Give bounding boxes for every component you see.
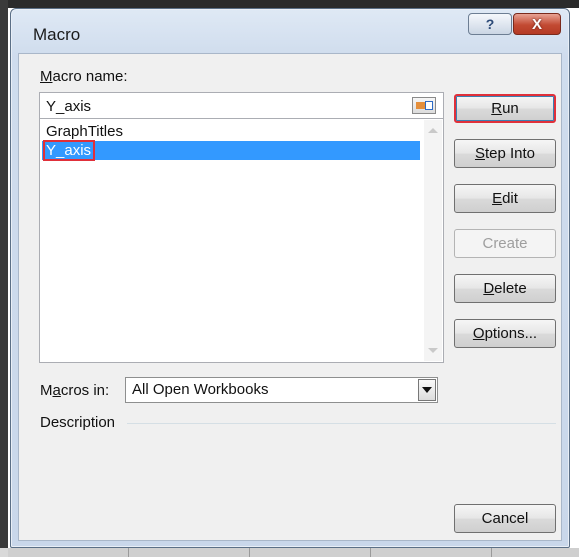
macro-name-input[interactable] (39, 92, 444, 119)
step-into-button[interactable]: Step Into (454, 139, 556, 168)
create-button: Create (454, 229, 556, 258)
close-button[interactable]: X (513, 13, 561, 35)
list-item-y-axis[interactable]: Y_axis (42, 141, 420, 160)
dialog-title: Macro (33, 25, 81, 44)
selection-highlight-box (43, 140, 95, 161)
description-label: Description (40, 414, 116, 431)
scroll-up-icon[interactable] (428, 128, 438, 133)
delete-button[interactable]: Delete (454, 274, 556, 303)
macros-in-dropdown[interactable]: All Open Workbooks (125, 377, 438, 403)
macro-list[interactable]: GraphTitles Y_axis (39, 118, 444, 363)
collapse-dialog-icon (412, 97, 436, 114)
background-sheet-edge (0, 0, 8, 557)
macros-in-label: Macros in: (40, 382, 110, 399)
cancel-button[interactable]: Cancel (454, 504, 556, 533)
collapse-dialog-button[interactable] (409, 95, 439, 116)
close-icon: X (531, 15, 542, 33)
background-cells (8, 548, 579, 557)
background-window-edge (0, 0, 579, 8)
options-button[interactable]: Options... (454, 319, 556, 348)
dropdown-arrow-button[interactable] (418, 379, 436, 401)
scroll-down-icon[interactable] (428, 348, 438, 353)
list-item-graphtitles[interactable]: GraphTitles (42, 122, 420, 141)
run-button[interactable]: Run (454, 94, 556, 123)
help-button[interactable]: ? (468, 13, 512, 35)
edit-button[interactable]: Edit (454, 184, 556, 213)
macro-name-label: Macro name: (40, 68, 128, 85)
list-scrollbar[interactable] (424, 120, 442, 361)
help-icon: ? (485, 16, 495, 32)
description-divider (127, 423, 556, 424)
macros-in-value: All Open Workbooks (132, 381, 269, 398)
macro-dialog: Macro ? X Macro name: GraphTitles Y_axis… (10, 8, 570, 548)
dialog-client-area: Macro name: GraphTitles Y_axis Run Step … (18, 53, 562, 541)
dialog-titlebar[interactable]: Macro ? X (11, 9, 569, 53)
dropdown-arrow-icon (422, 387, 432, 393)
